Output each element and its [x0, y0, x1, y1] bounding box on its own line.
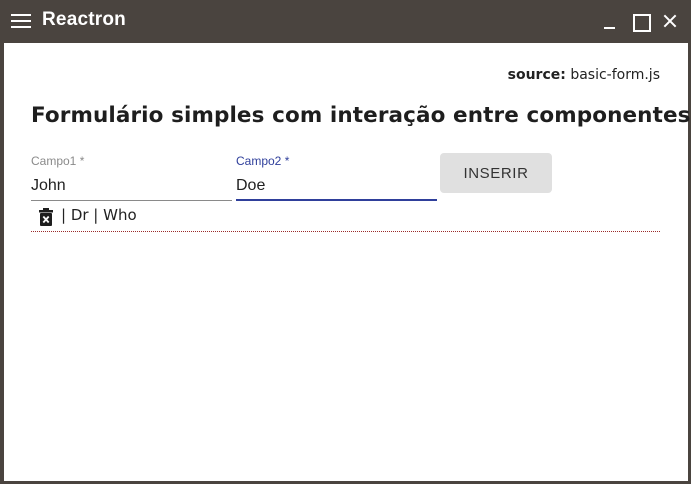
source-file: basic-form.js [570, 67, 660, 83]
trash-icon[interactable] [39, 208, 53, 226]
campo1-field: Campo1 * [31, 152, 232, 201]
source-line: source: basic-form.js [508, 67, 660, 83]
maximize-icon[interactable] [629, 10, 651, 32]
app-title: Reactron [42, 9, 126, 30]
menu-icon[interactable] [11, 14, 31, 28]
campo2-input[interactable] [236, 175, 437, 197]
campo2-label: Campo2 * [236, 154, 290, 168]
page-title: Formulário simples com interação entre c… [31, 103, 691, 128]
list-item-text: | Dr | Who [61, 206, 137, 224]
source-label: source: [507, 67, 566, 83]
campo1-input[interactable] [31, 175, 232, 197]
title-bar: Reactron [0, 0, 691, 42]
campo1-label: Campo1 * [31, 154, 85, 168]
main-content: source: basic-form.js Formulário simples… [4, 43, 691, 481]
close-icon[interactable] [659, 10, 681, 32]
insert-button[interactable]: INSERIR [440, 153, 552, 193]
minimize-icon[interactable] [599, 10, 621, 32]
campo2-field: Campo2 * [236, 152, 437, 201]
list-item: | Dr | Who [31, 203, 660, 232]
